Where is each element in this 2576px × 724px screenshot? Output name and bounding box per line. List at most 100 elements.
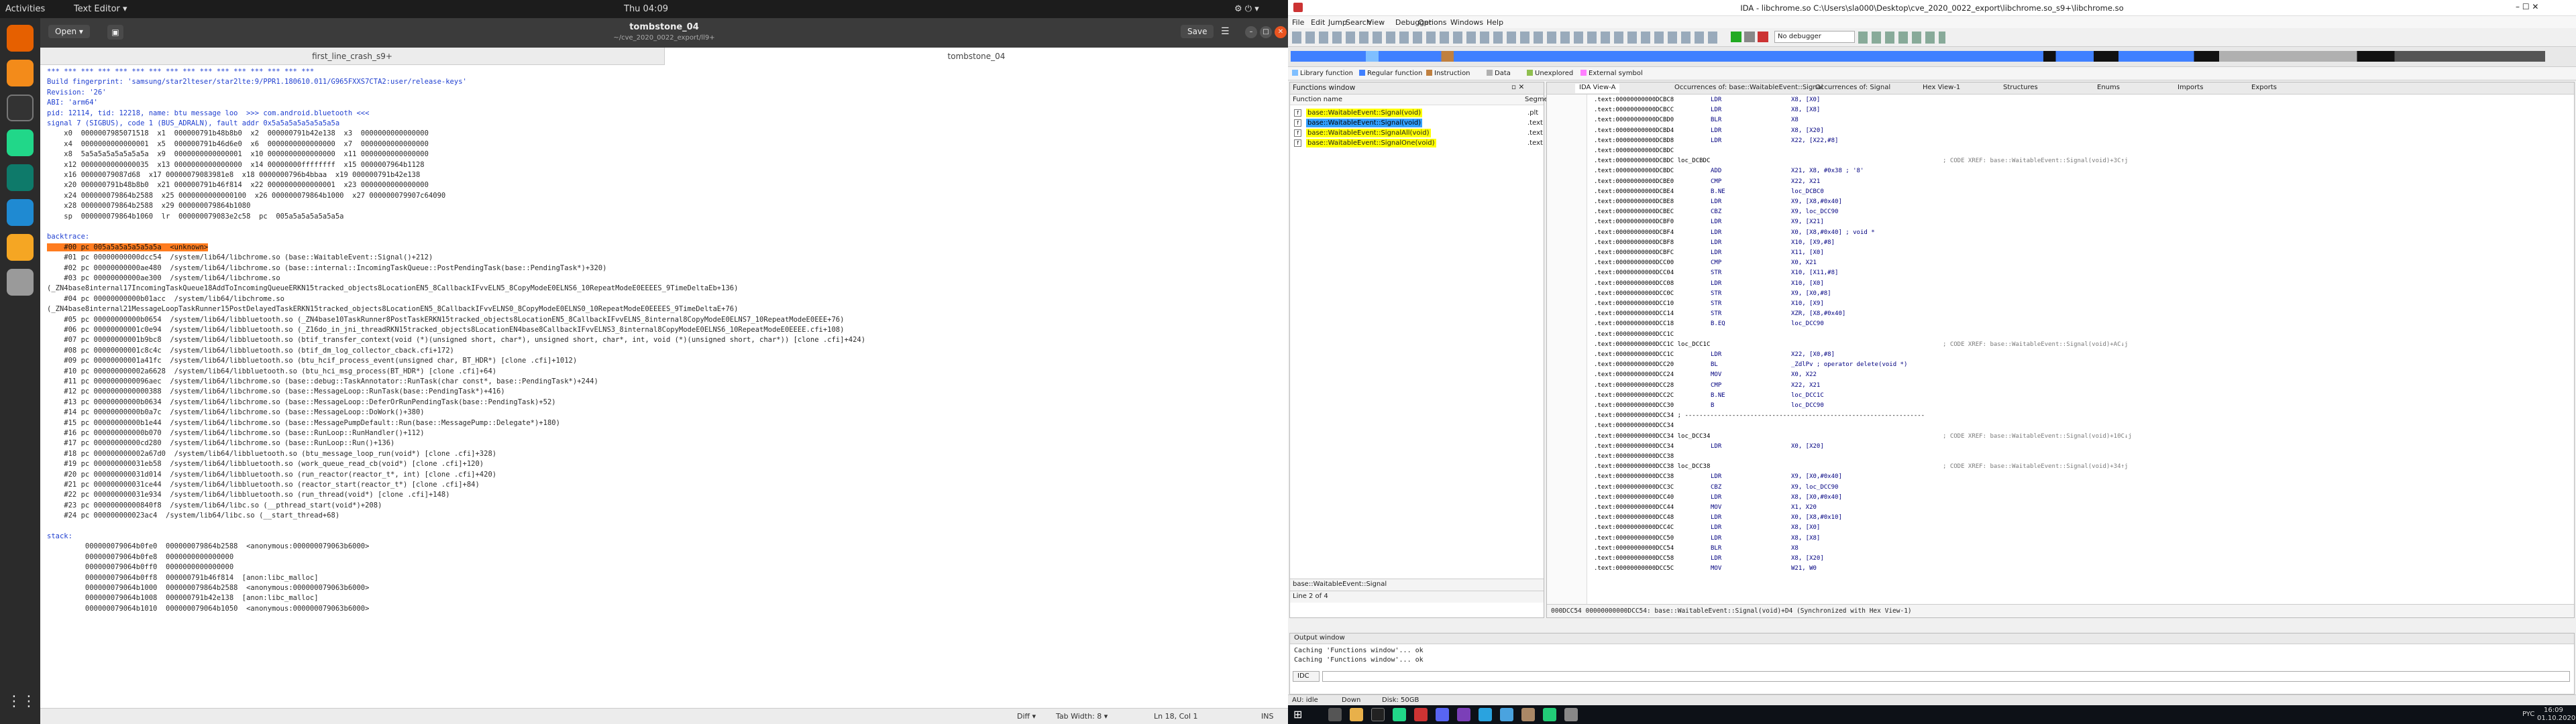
explorer-icon[interactable] [1350,708,1363,721]
tab-7[interactable]: Exports [2251,84,2277,93]
app-menu[interactable]: Text Editor ▾ [74,4,127,14]
tab-width-selector[interactable]: Tab Width: 8 ▾ [1056,712,1108,721]
disasm-line[interactable]: .text:00000000000DCBC8 LDR X8, [X0] [1594,96,1820,105]
disasm-line[interactable]: .text:00000000000DCC34 loc_DCC34 ; CODE X… [1594,432,2132,441]
disasm-line[interactable]: .text:00000000000DCBD8 LDR X22, [X22,#8] [1594,137,1838,145]
visual-studio-icon[interactable] [1457,708,1470,721]
disasm-line[interactable]: .text:00000000000DCC4C LDR X8, [X0] [1594,524,1820,532]
disasm-line[interactable]: .text:00000000000DCBEC CBZ X9, loc_DCC90 [1594,208,1838,217]
disasm-line[interactable]: .text:00000000000DCBCC LDR X8, [X8] [1594,106,1820,115]
tab-tombstone[interactable]: tombstone_04 [664,48,1288,65]
disasm-line[interactable]: .text:00000000000DCC18 B.EQ loc_DCC90 [1594,320,1824,328]
function-row[interactable]: f base::WaitableEvent::Signal(void) .text [1293,118,1543,128]
toolbar-buttons-icon[interactable] [1292,32,1721,44]
idc-prompt-button[interactable]: IDC [1293,671,1320,682]
disassembly-listing[interactable]: .text:00000000000DCBC8 LDR X8, [X0] .text:0… [1547,95,2574,604]
tab-5[interactable]: Enums [2097,84,2120,93]
pause-icon[interactable] [1744,32,1755,42]
disasm-line[interactable]: .text:00000000000DCC14 STR XZR, [X8,#0x40] [1594,310,1845,318]
disasm-line[interactable]: .text:00000000000DCC0C STR X9, [X0,#8] [1594,290,1831,298]
menu-edit[interactable]: Edit [1311,18,1325,27]
disasm-line[interactable]: .text:00000000000DCC38 [1594,452,1674,461]
disasm-line[interactable]: .text:00000000000DCC3C CBZ X9, loc_DCC90 [1594,483,1838,492]
disasm-line[interactable]: .text:00000000000DCC50 LDR X8, [X8] [1594,534,1820,543]
disasm-line[interactable]: .text:00000000000DCC5C MOV W21, W0 [1594,564,1817,573]
disasm-line[interactable]: .text:00000000000DCC34 LDR X0, [X20] [1594,442,1824,451]
system-menu-icon[interactable]: ⚙ ⏻ ▾ [1234,4,1259,14]
disks-icon[interactable] [7,269,34,296]
disasm-line[interactable]: .text:00000000000DCBF8 LDR X10, [X9,#8] [1594,239,1835,247]
tab-3[interactable]: Hex View-1 [1923,84,1960,93]
ida-window-controls-icon[interactable]: – ☐ ✕ [2516,2,2538,11]
disasm-line[interactable]: .text:00000000000DCC10 STR X10, [X9] [1594,300,1824,308]
top-clock[interactable]: Thu 04:09 [624,4,668,14]
avatar-icon[interactable] [1521,708,1535,721]
disasm-line[interactable]: .text:00000000000DCC1C loc_DCC1C ; CODE X… [1594,341,2128,349]
disasm-line[interactable]: .text:00000000000DCC54 BLR X8 [1594,544,1799,553]
cmd-icon[interactable] [1371,708,1385,721]
vscode-icon[interactable] [7,199,34,226]
functions-search[interactable]: base::WaitableEvent::Signal [1290,579,1544,591]
show-apps-icon[interactable]: ⋮⋮ [7,688,36,715]
disasm-line[interactable]: .text:00000000000DCBE4 B.NE loc_DCBC0 [1594,188,1824,196]
close-icon[interactable]: ✕ [1275,26,1287,38]
text-editor-icon[interactable] [7,234,34,261]
gitkraken-icon[interactable] [7,164,34,191]
disasm-line[interactable]: .text:00000000000DCBFC LDR X11, [X0] [1594,249,1824,257]
run-icon[interactable] [1731,32,1741,42]
tab-4[interactable]: Structures [2003,84,2038,93]
disasm-line[interactable]: .text:00000000000DCC44 MOV X1, X20 [1594,503,1817,512]
stop-icon[interactable] [1758,32,1768,42]
ida-taskbar-icon[interactable] [1414,708,1428,721]
navigation-band[interactable] [1288,47,2576,67]
save-button[interactable]: Save [1181,25,1214,38]
disasm-line[interactable]: .text:00000000000DCC38 loc_DCC38 ; CODE X… [1594,463,2128,471]
disasm-line[interactable]: .text:00000000000DCC1C [1594,330,1674,339]
disasm-line[interactable]: .text:00000000000DCC20 BL _ZdlPv ; operato… [1594,361,1907,369]
tab-2[interactable]: Occurrences of: Signal [1815,84,1890,93]
tab-1[interactable]: Occurrences of: base::WaitableEvent::Sig… [1674,84,1823,93]
disasm-line[interactable]: .text:00000000000DCC34 ; ---------------… [1594,412,1925,420]
terminal-icon[interactable] [7,95,34,121]
tray-date[interactable]: 01.10.2020 [2537,715,2575,722]
menu-view[interactable]: View [1367,18,1385,27]
menu-file[interactable]: File [1292,18,1304,27]
language-selector[interactable]: Diff ▾ [1017,712,1036,721]
disasm-line[interactable]: .text:00000000000DCBF0 LDR X9, [X21] [1594,218,1824,227]
tab-first-line-crash[interactable]: first_line_crash_s9+ [40,48,664,65]
menu-options[interactable]: Options [1418,18,1446,27]
disasm-line[interactable]: .text:00000000000DCBF4 LDR X0, [X8,#0x40] … [1594,229,1875,237]
menu-windows[interactable]: Windows [1450,18,1483,27]
disasm-line[interactable]: .text:00000000000DCBD4 LDR X8, [X20] [1594,127,1824,135]
menu-help[interactable]: Help [1487,18,1503,27]
task-view-icon[interactable] [1328,708,1342,721]
disasm-line[interactable]: .text:00000000000DCBDC [1594,147,1674,156]
nav-band-bar[interactable] [1291,51,2545,62]
pycharm-icon[interactable] [7,129,34,156]
disasm-line[interactable]: .text:00000000000DCC2C B.NE loc_DCC1C [1594,391,1824,400]
tab-6[interactable]: Imports [2178,84,2203,93]
function-row[interactable]: f base::WaitableEvent::SignalAll(void) .te… [1293,128,1543,138]
col-segment[interactable]: Segme [1525,96,1548,103]
col-function-name[interactable]: Function name [1293,96,1342,103]
disasm-line[interactable]: .text:00000000000DCC28 CMP X22, X21 [1594,381,1820,390]
hamburger-menu-icon[interactable]: ☰ [1221,26,1230,37]
disasm-line[interactable]: .text:00000000000DCBDC ADD X21, X8, #0x38 … [1594,167,1864,176]
disasm-line[interactable]: .text:00000000000DCBD0 BLR X8 [1594,116,1799,125]
disasm-line[interactable]: .text:00000000000DCC38 LDR X9, [X0,#0x40] [1594,473,1842,481]
telegram-icon[interactable] [1479,708,1492,721]
disasm-line[interactable]: .text:00000000000DCC1C LDR X22, [X0,#8] [1594,351,1835,359]
text-view[interactable]: *** *** *** *** *** *** *** *** *** *** … [40,65,1288,724]
minimize-icon[interactable]: – [1245,26,1257,38]
disasm-line[interactable]: .text:00000000000DCC34 [1594,422,1674,430]
function-row[interactable]: f base::WaitableEvent::Signal(void) .plt [1293,108,1540,118]
disasm-line[interactable]: .text:00000000000DCC48 LDR X0, [X8,#0x10] [1594,514,1842,522]
disasm-line[interactable]: .text:00000000000DCC30 Bloc_DCC90 [1594,402,1824,410]
menu-jump[interactable]: Jump [1328,18,1347,27]
debugger-select[interactable]: No debugger [1774,31,1855,43]
chrome-icon[interactable] [1543,708,1556,721]
disasm-line[interactable]: .text:00000000000DCC00 CMP X0, X21 [1594,259,1817,267]
disasm-line[interactable]: .text:00000000000DCBE8 LDR X9, [X8,#0x40] [1594,198,1842,206]
files-icon[interactable] [7,60,34,86]
app2-icon[interactable] [1564,708,1578,721]
